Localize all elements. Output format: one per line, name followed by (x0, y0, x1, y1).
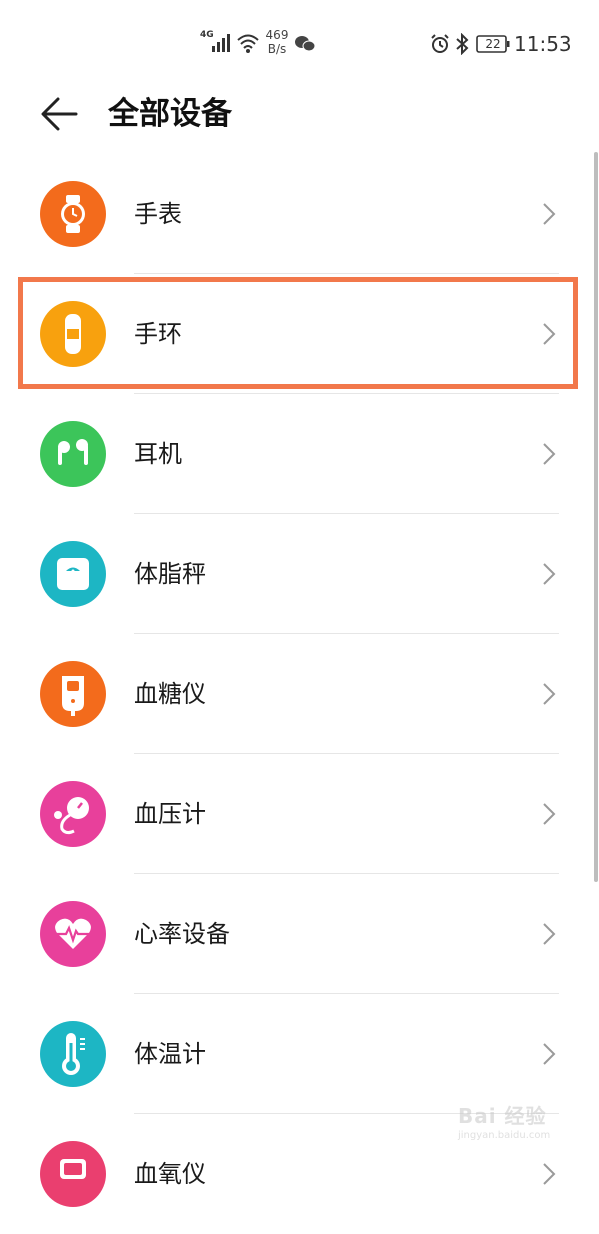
bluetooth-icon (456, 33, 469, 55)
earphones-icon (40, 421, 106, 487)
scale-icon (40, 541, 106, 607)
clock: 11:53 (514, 32, 572, 56)
device-item-watch[interactable]: 手表 (0, 154, 599, 274)
chevron-right-icon (543, 443, 556, 465)
watermark-url: jingyan.baidu.com (458, 1130, 551, 1141)
device-item-glucometer[interactable]: 血糖仪 (0, 634, 599, 754)
device-label: 血氧仪 (134, 1160, 206, 1188)
chevron-right-icon (543, 923, 556, 945)
device-label: 手表 (134, 200, 182, 228)
watch-icon (40, 181, 106, 247)
blood-pressure-icon (40, 781, 106, 847)
device-item-blood-pressure[interactable]: 血压计 (0, 754, 599, 874)
heart-rate-icon (40, 901, 106, 967)
device-label: 心率设备 (134, 920, 230, 948)
wechat-icon (295, 36, 316, 52)
battery-level: 22 (485, 37, 501, 51)
speed-unit: B/s (267, 42, 287, 56)
chevron-right-icon (543, 203, 556, 225)
watermark-text: Bai 经验 (458, 1104, 547, 1128)
device-label: 体温计 (134, 1040, 206, 1068)
device-item-heart-rate[interactable]: 心率设备 (0, 874, 599, 994)
glucometer-icon (40, 661, 106, 727)
chevron-right-icon (543, 1043, 556, 1065)
back-arrow-icon[interactable] (36, 92, 80, 136)
chevron-right-icon (543, 683, 556, 705)
device-label: 耳机 (134, 440, 182, 468)
page-title: 全部设备 (108, 96, 232, 132)
thermometer-icon (40, 1021, 106, 1087)
device-label: 体脂秤 (134, 560, 206, 588)
device-item-thermometer[interactable]: 体温计 (0, 994, 599, 1114)
status-bar: 4G 469 B/s 22 11:53 (0, 0, 599, 88)
device-label: 血压计 (134, 800, 206, 828)
highlight-box (18, 277, 578, 389)
wifi-icon (237, 34, 259, 53)
chevron-right-icon (543, 803, 556, 825)
device-label: 血糖仪 (134, 680, 206, 708)
chevron-right-icon (543, 563, 556, 585)
alarm-icon (431, 34, 449, 53)
speed-value: 469 (265, 28, 289, 42)
device-item-scale[interactable]: 体脂秤 (0, 514, 599, 634)
network-speed: 469 B/s (264, 28, 290, 56)
device-item-earphones[interactable]: 耳机 (0, 394, 599, 514)
chevron-right-icon (543, 1163, 556, 1185)
oximeter-icon (40, 1141, 106, 1207)
baidu-jingyan-watermark: Bai 经验 jingyan.baidu.com (458, 1100, 578, 1148)
signal-icon (212, 34, 230, 52)
